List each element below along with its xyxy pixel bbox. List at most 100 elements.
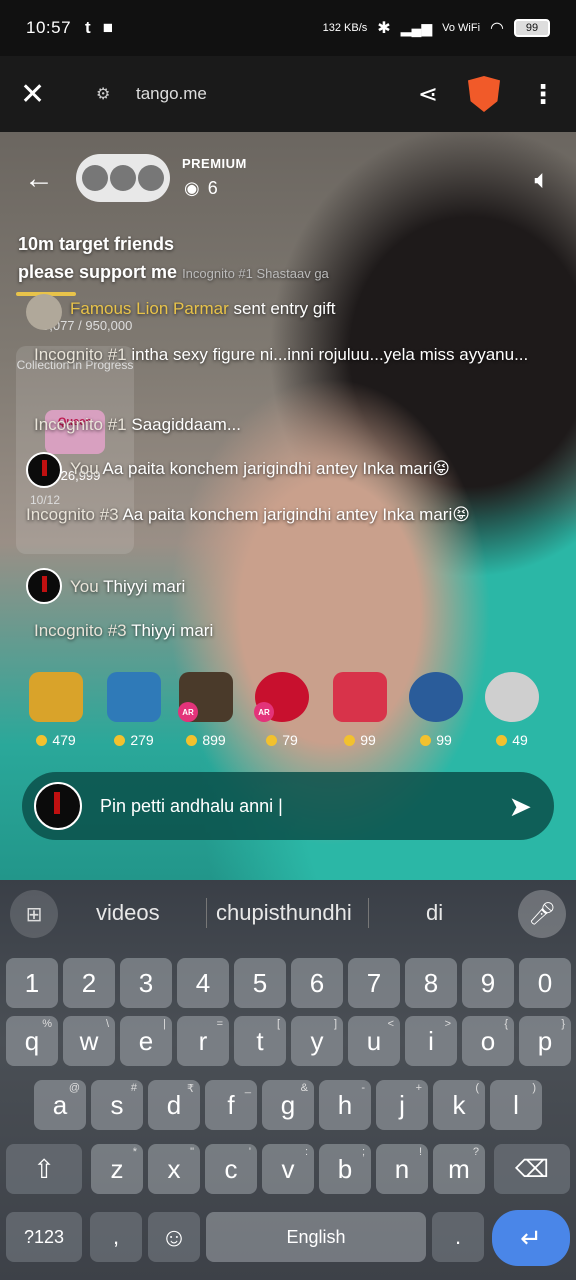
key-k[interactable]: k(: [433, 1080, 485, 1130]
chat-message: Incognito #1 intha sexy figure ni...inni…: [34, 342, 544, 368]
chat-sender[interactable]: You: [70, 459, 99, 478]
chat-sender[interactable]: Incognito #3: [34, 621, 127, 640]
key-d[interactable]: d ₹: [148, 1080, 200, 1130]
send-icon[interactable]: ➤: [509, 790, 532, 823]
gift-item[interactable]: 279: [104, 672, 164, 748]
chat-sender[interactable]: Incognito #1: [34, 415, 127, 434]
gift-item[interactable]: 99: [406, 672, 466, 748]
key-h[interactable]: h-: [319, 1080, 371, 1130]
share-icon[interactable]: ⋖: [418, 80, 438, 109]
microphone-icon[interactable]: 🎤︎: [518, 890, 566, 938]
key-l[interactable]: l): [490, 1080, 542, 1130]
gift-price: 479: [26, 732, 86, 748]
chat-text: Saagiddaam...: [131, 415, 242, 434]
chat-sender[interactable]: Incognito #1: [34, 345, 127, 364]
gift-item[interactable]: 99: [330, 672, 390, 748]
key-s[interactable]: s #: [91, 1080, 143, 1130]
apps-grid-icon[interactable]: ⊞: [10, 890, 58, 938]
key-j[interactable]: j +: [376, 1080, 428, 1130]
premium-viewers-avatars[interactable]: [76, 154, 170, 202]
viewer-avatar: [138, 165, 164, 191]
key-y[interactable]: y]: [291, 1016, 343, 1066]
key-r[interactable]: r =: [177, 1016, 229, 1066]
coin-icon: [344, 734, 356, 746]
key-z[interactable]: z *: [91, 1144, 143, 1194]
brave-icon[interactable]: [468, 76, 500, 112]
chat-text: Aa paita konchem jarigindhi antey Inka m…: [122, 505, 470, 524]
gift-item[interactable]: AR 79: [252, 672, 312, 748]
key-4[interactable]: 4: [177, 958, 229, 1008]
enter-key[interactable]: ↵: [492, 1210, 570, 1266]
target-line-2: please support me Incognito #1 Shastaav …: [18, 262, 329, 282]
key-p[interactable]: p}: [519, 1016, 571, 1066]
key-7[interactable]: 7: [348, 958, 400, 1008]
key-v[interactable]: v:: [262, 1144, 314, 1194]
gift-icon: [29, 672, 83, 722]
key-x[interactable]: x ": [148, 1144, 200, 1194]
gift-price: 49: [482, 732, 542, 748]
live-stream-view[interactable]: ← PREMIUM ◉ 6 🔈︎ 10m target friends plea…: [0, 132, 576, 880]
key-0[interactable]: 0: [519, 958, 571, 1008]
key-a[interactable]: a @: [34, 1080, 86, 1130]
suggestion-word[interactable]: chupisthundhi: [216, 900, 352, 926]
chat-sender[interactable]: Famous Lion Parmar: [70, 299, 229, 318]
key-1[interactable]: 1: [6, 958, 58, 1008]
key-6[interactable]: 6: [291, 958, 343, 1008]
key-c[interactable]: c ': [205, 1144, 257, 1194]
gift-item[interactable]: 49: [482, 672, 542, 748]
chat-sender[interactable]: Incognito #3: [26, 505, 119, 524]
key-g[interactable]: g &: [262, 1080, 314, 1130]
key-9[interactable]: 9: [462, 958, 514, 1008]
my-avatar[interactable]: [26, 452, 62, 488]
coin-icon: [186, 734, 198, 746]
coin-icon: [420, 734, 432, 746]
period-key[interactable]: .: [432, 1212, 484, 1262]
chat-avatar[interactable]: [26, 294, 62, 330]
suggestion-word[interactable]: di: [426, 900, 443, 926]
signal-icon: ▂▄▆: [400, 19, 433, 36]
chat-input[interactable]: [100, 795, 509, 817]
chat-sender[interactable]: You: [70, 577, 99, 596]
backspace-key[interactable]: ⌫: [494, 1144, 570, 1194]
key-3[interactable]: 3: [120, 958, 172, 1008]
chat-text: Thiyyi mari: [103, 577, 186, 596]
key-f[interactable]: f _: [205, 1080, 257, 1130]
chat-text: Aa paita konchem jarigindhi antey Inka m…: [102, 459, 450, 478]
speaker-icon[interactable]: 🔈︎: [534, 164, 550, 196]
viewer-count: ◉ 6: [184, 178, 218, 199]
gift-item[interactable]: 479: [26, 672, 86, 748]
emoji-key[interactable]: ☺: [148, 1212, 200, 1262]
url-text[interactable]: tango.me: [136, 84, 207, 104]
key-e[interactable]: e |: [120, 1016, 172, 1066]
key-8[interactable]: 8: [405, 958, 457, 1008]
key-5[interactable]: 5: [234, 958, 286, 1008]
key-t[interactable]: t[: [234, 1016, 286, 1066]
premium-label: PREMIUM: [182, 156, 247, 171]
gift-item[interactable]: AR 899: [176, 672, 236, 748]
key-o[interactable]: o{: [462, 1016, 514, 1066]
key-2[interactable]: 2: [63, 958, 115, 1008]
key-i[interactable]: i >: [405, 1016, 457, 1066]
key-q[interactable]: q%: [6, 1016, 58, 1066]
space-key[interactable]: English: [206, 1212, 426, 1262]
key-m[interactable]: m?: [433, 1144, 485, 1194]
my-avatar[interactable]: [26, 568, 62, 604]
battery-icon: 99: [514, 19, 550, 37]
symbols-key[interactable]: ?123: [6, 1212, 82, 1262]
suggestion-word[interactable]: videos: [96, 900, 160, 926]
site-settings-icon[interactable]: ⚙: [96, 84, 116, 104]
suggestion-divider: [368, 898, 369, 928]
close-icon[interactable]: ✕: [20, 77, 52, 112]
back-arrow-icon[interactable]: ←: [24, 162, 54, 196]
status-notification-icons: t ■: [85, 18, 113, 38]
key-u[interactable]: u <: [348, 1016, 400, 1066]
shift-key[interactable]: ⇧: [6, 1144, 82, 1194]
key-w[interactable]: w \: [63, 1016, 115, 1066]
key-n[interactable]: n!: [376, 1144, 428, 1194]
viewer-avatar: [110, 165, 136, 191]
more-options-icon[interactable]: ⋮: [530, 79, 556, 110]
key-b[interactable]: b;: [319, 1144, 371, 1194]
gift-price: 99: [406, 732, 466, 748]
comma-key[interactable]: ,: [90, 1212, 142, 1262]
my-avatar[interactable]: [34, 782, 82, 830]
